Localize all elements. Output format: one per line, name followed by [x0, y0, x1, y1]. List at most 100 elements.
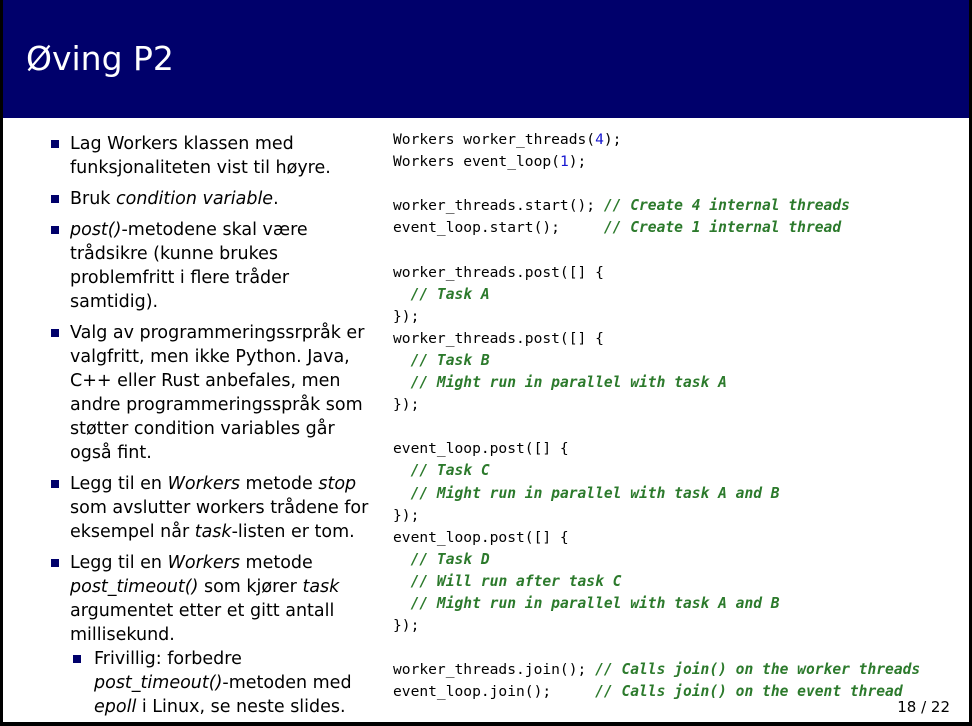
code-line: // Might run in parallel with task A — [393, 372, 920, 394]
bullet-item: Valg av programmeringssrpråk er valgfrit… — [48, 321, 378, 465]
code-comment: // Create 1 internal thread — [603, 219, 842, 237]
italic-text: condition variable — [116, 189, 274, 209]
text-run: Valg av programmeringssrpråk er valgfrit… — [70, 323, 365, 463]
bullet-square-icon — [73, 655, 81, 663]
code-line: worker_threads.join(); // Calls join() o… — [393, 659, 920, 681]
code-token: }); — [393, 617, 420, 635]
code-comment: // Calls join() on the worker threads — [595, 661, 921, 679]
italic-text: post_timeout() — [70, 577, 199, 597]
italic-text: stop — [318, 474, 357, 494]
bullet-list: Lag Workers klassen med funksjonaliteten… — [48, 132, 378, 719]
code-token: event_loop.join(); — [393, 683, 596, 701]
sub-bullet-item: Frivillig: forbedre post_timeout()-metod… — [70, 647, 378, 719]
code-line: // Might run in parallel with task A and… — [393, 593, 920, 615]
code-comment: // Calls join() on the event thread — [595, 683, 903, 701]
bullet-item: Bruk condition variable. — [48, 187, 378, 211]
code-token: }); — [393, 307, 420, 325]
italic-text: Workers — [167, 474, 240, 494]
bullet-item: post()-metodene skal være trådsikre (kun… — [48, 218, 378, 314]
code-token: worker_threads.post([] { — [393, 329, 604, 347]
code-line: // Might run in parallel with task A and… — [393, 483, 920, 505]
code-comment: // Will run after task C — [410, 572, 622, 590]
code-token: ); — [568, 153, 587, 171]
text-run: metode — [239, 553, 313, 573]
code-token: Workers event_loop( — [393, 153, 560, 171]
code-line: event_loop.post([] { — [393, 438, 920, 460]
code-line: worker_threads.start(); // Create 4 inte… — [393, 195, 920, 217]
italic-text: task — [302, 577, 340, 597]
code-comment: // Task D — [410, 550, 490, 568]
text-run: Bruk — [70, 189, 116, 209]
code-line: event_loop.post([] { — [393, 527, 920, 549]
bullet-column: Lag Workers klassen med funksjonaliteten… — [48, 132, 378, 722]
code-token: worker_threads.start(); — [393, 197, 604, 215]
code-number: 1 — [559, 153, 569, 171]
code-comment: // Task B — [410, 351, 490, 369]
text-run: Legg til en — [70, 474, 168, 494]
code-token: event_loop.start(); — [393, 219, 604, 237]
text-run: . — [273, 189, 279, 209]
code-comment: // Might run in parallel with task A and… — [410, 594, 780, 612]
code-token: }); — [393, 396, 420, 414]
text-run: -metoden med — [222, 673, 352, 693]
text-run: Frivillig: forbedre — [94, 649, 242, 669]
bullet-square-icon — [51, 140, 59, 148]
text-run: Legg til en — [70, 553, 168, 573]
code-number: 4 — [595, 131, 604, 148]
code-line: event_loop.start(); // Create 1 internal… — [393, 217, 920, 239]
text-run: som kjører — [198, 577, 303, 597]
code-token: ); — [603, 131, 622, 148]
slide-title: Øving P2 — [26, 39, 174, 78]
code-block: Workers worker_threads(4); Workers event_… — [393, 129, 920, 703]
text-run: metode — [239, 474, 319, 494]
italic-text: post_timeout() — [94, 673, 223, 693]
bullet-square-icon — [51, 480, 59, 488]
code-line: Workers worker_threads(4); — [393, 129, 920, 151]
code-comment: // Task A — [410, 285, 490, 303]
code-line: }); — [393, 306, 920, 328]
bullet-item: Lag Workers klassen med funksjonaliteten… — [48, 132, 378, 180]
code-token: Workers worker_threads( — [393, 131, 596, 148]
text-run: -listen er tom. — [231, 522, 355, 542]
code-line: Workers event_loop(1); — [393, 151, 920, 173]
code-token: event_loop.post([] { — [393, 440, 569, 458]
text-run: Lag Workers klassen med funksjonaliteten… — [70, 134, 331, 178]
code-line: // Task A — [393, 284, 920, 306]
code-token: worker_threads.post([] { — [393, 263, 604, 281]
code-line: // Task C — [393, 460, 920, 482]
code-line: event_loop.join(); // Calls join() on th… — [393, 681, 920, 703]
title-bar: Øving P2 — [3, 0, 969, 118]
text-run: i Linux, se neste slides. — [136, 697, 346, 717]
code-comment: // Create 4 internal threads — [603, 197, 850, 215]
italic-text: task — [194, 522, 232, 542]
italic-text: post() — [70, 220, 122, 240]
italic-text: epoll — [94, 697, 137, 717]
code-line: // Task D — [393, 549, 920, 571]
code-token: event_loop.post([] { — [393, 528, 569, 546]
bullet-square-icon — [51, 195, 59, 203]
code-line: }); — [393, 394, 920, 416]
sub-bullet-list: Frivillig: forbedre post_timeout()-metod… — [70, 647, 378, 719]
code-line: }); — [393, 615, 920, 637]
italic-text: Workers — [167, 553, 240, 573]
bullet-item: Legg til en Workers metode post_timeout(… — [48, 551, 378, 719]
code-comment: // Task C — [410, 462, 490, 480]
code-line: // Will run after task C — [393, 571, 920, 593]
bullet-square-icon — [51, 559, 59, 567]
page-number: 18 / 22 — [897, 698, 950, 716]
code-token: }); — [393, 506, 420, 524]
text-run: argumentet etter et gitt antall millisek… — [70, 601, 335, 645]
code-line: }); — [393, 505, 920, 527]
code-comment: // Might run in parallel with task A — [410, 374, 727, 392]
code-token: worker_threads.join(); — [393, 661, 596, 679]
code-line: // Task B — [393, 350, 920, 372]
bullet-item: Legg til en Workers metode stop som avsl… — [48, 472, 378, 544]
